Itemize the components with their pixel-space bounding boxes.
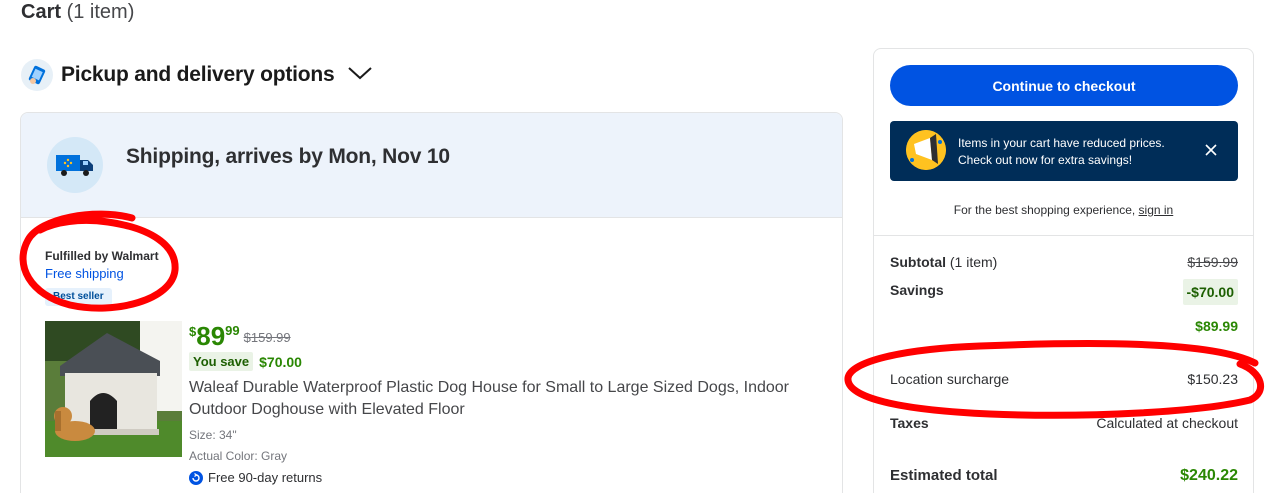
shipping-group-card: Shipping, arrives by Mon, Nov 10 Fulfill… [20, 112, 843, 493]
signin-prefix: For the best shopping experience, [953, 203, 1136, 217]
subtotal-count: (1 item) [949, 254, 998, 270]
estimated-total-label: Estimated total [890, 467, 998, 484]
returns-icon [189, 470, 203, 485]
returns-label: Free 90-day returns [208, 470, 323, 485]
was-price: $159.99 [243, 330, 291, 345]
phone-bag-icon [21, 59, 53, 91]
taxes-label: Taxes [890, 415, 929, 431]
truck-icon [47, 137, 103, 193]
surcharge-row: Location surcharge $150.23 [890, 371, 1238, 387]
taxes-value: Calculated at checkout [1096, 415, 1238, 431]
free-shipping-text: Free shipping [45, 266, 124, 281]
shipping-title: Shipping, arrives by Mon, Nov 10 [126, 145, 450, 168]
shipping-header: Shipping, arrives by Mon, Nov 10 [21, 113, 842, 218]
order-summary-panel: Continue to checkout Items in your cart … [873, 48, 1254, 493]
savings-value: -$70.00 [1182, 279, 1238, 305]
reduced-price-banner: Items in your cart have reduced prices. … [890, 121, 1238, 181]
promo-message: Items in your cart have reduced prices. … [958, 136, 1165, 167]
cart-item-count: (1 item) [66, 1, 135, 23]
cart-title: Cart [21, 1, 62, 23]
subtotal-label: Subtotal [890, 254, 946, 270]
discounted-value: $89.99 [1195, 318, 1238, 334]
product-size: Size: 34" [189, 428, 237, 442]
signin-prompt: For the best shopping experience, sign i… [874, 203, 1253, 217]
price-dollars: 89 [196, 321, 226, 351]
product-price: $ 89 99 $159.99 [189, 321, 291, 351]
price-cents: 99 [225, 323, 240, 338]
best-seller-badge: Best seller [45, 288, 112, 306]
savings-label: Savings [890, 282, 944, 298]
page-title: Cart (1 item) [21, 0, 134, 24]
product-image[interactable] [45, 321, 182, 457]
discounted-subtotal-row: $89.99 [890, 318, 1238, 334]
product-title-link[interactable]: Waleaf Durable Waterproof Plastic Dog Ho… [189, 377, 819, 421]
taxes-row: Taxes Calculated at checkout [890, 415, 1238, 431]
estimated-total-row: Estimated total $240.22 [890, 467, 1238, 485]
returns-info: Free 90-day returns [189, 470, 322, 485]
continue-to-checkout-button[interactable]: Continue to checkout [890, 65, 1238, 106]
price-currency: $ [189, 324, 197, 339]
pickup-delivery-label: Pickup and delivery options [61, 63, 335, 86]
chevron-down-icon [347, 65, 373, 86]
subtotal-label-group: Subtotal (1 item) [890, 254, 997, 270]
you-save: You save $70.00 [189, 352, 302, 371]
pickup-delivery-toggle[interactable]: Pickup and delivery options [21, 58, 373, 92]
summary-divider [874, 235, 1253, 236]
you-save-label: You save [189, 352, 254, 371]
you-save-amount: $70.00 [259, 353, 302, 370]
subtotal-row: Subtotal (1 item) $159.99 [890, 254, 1238, 270]
surcharge-label: Location surcharge [890, 371, 1010, 387]
subtotal-value: $159.99 [1187, 254, 1238, 270]
estimated-total-value: $240.22 [1180, 467, 1238, 484]
close-icon[interactable] [1202, 141, 1220, 159]
surcharge-value: $150.23 [1187, 371, 1238, 387]
product-color: Actual Color: Gray [189, 449, 288, 463]
megaphone-icon [906, 130, 946, 170]
fulfilled-by: Fulfilled by Walmart [45, 249, 159, 263]
savings-row: Savings -$70.00 [890, 279, 1238, 305]
sign-in-link[interactable]: sign in [1139, 203, 1174, 217]
